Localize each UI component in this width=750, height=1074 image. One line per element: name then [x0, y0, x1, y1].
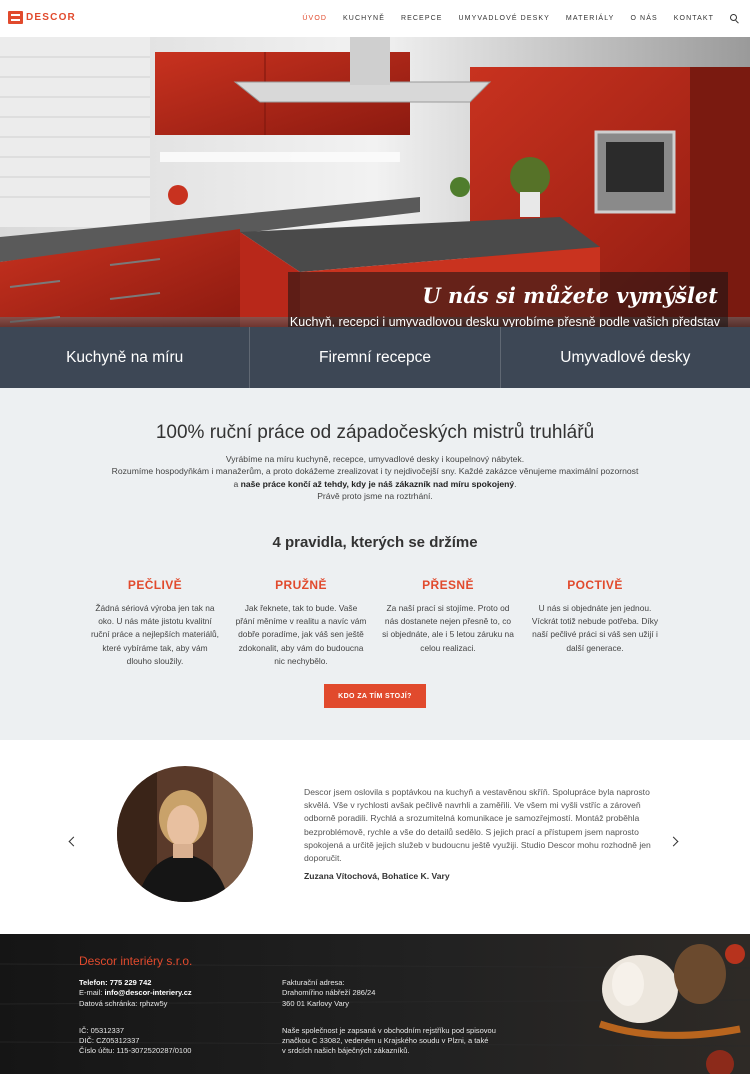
billing-city: 360 01 Karlovy Vary: [282, 998, 349, 1008]
billing-label: Fakturační adresa:: [282, 978, 345, 987]
register-line: v srdcích našich báječných zákazníků.: [282, 1046, 410, 1056]
nav-item-o-nas[interactable]: O nás: [630, 15, 657, 22]
rule-text: Žádná sériová výroba jen tak na oko. U n…: [90, 603, 220, 666]
footer-address-column: Fakturační adresa: Drahomířino nábřeží 2…: [282, 978, 496, 1057]
rule-title: PEČLIVĚ: [127, 578, 183, 592]
main-nav: Úvod Kuchyně Recepce Umyvadlové desky Ma…: [286, 0, 740, 37]
rule-peclive: PEČLIVĚ Žádná sériová výroba jen tak na …: [89, 578, 221, 668]
phone-link[interactable]: 775 229 742: [110, 978, 152, 987]
rule-text: U nás si objednáte jen jednou. Víckrát t…: [531, 603, 659, 653]
rules-heading: 4 pravidla, kterých se držíme: [272, 534, 478, 551]
testimonial-quote: Descor jsem oslovila s poptávkou na kuch…: [304, 787, 651, 864]
register-line: Naše společnost je zapsaná v obchodním r…: [282, 1025, 496, 1035]
rule-pruzne: PRUŽNĚ Jak řeknete, tak to bude. Vaše př…: [235, 578, 367, 668]
intro-emphasis: naše práce končí až tehdy, kdy je náš zá…: [240, 478, 515, 489]
logo-text: DESCOR: [26, 12, 76, 23]
billing-street: Drahomířino nábřeží 286/24: [282, 988, 376, 998]
chevron-right-icon[interactable]: [668, 836, 678, 846]
footer-contact-column: Telefon: 775 229 742 E-mail: info@descor…: [79, 978, 192, 1057]
rule-title: POCTIVĚ: [567, 578, 623, 592]
nav-item-uvod[interactable]: Úvod: [302, 15, 327, 22]
email-label: E-mail:: [79, 988, 103, 998]
nav-item-recepce[interactable]: Recepce: [401, 15, 443, 22]
chevron-left-icon[interactable]: [68, 836, 78, 846]
footer-dic: DIČ: CZ05312337: [79, 1036, 140, 1046]
phone-label: Telefon:: [79, 978, 108, 987]
hero-subtitle: Kuchyň, recepci i umyvadlovou desku vyro…: [289, 315, 720, 327]
nav-item-kontakt[interactable]: Kontakt: [674, 15, 714, 22]
nav-item-kuchyne[interactable]: Kuchyně: [343, 15, 385, 22]
hero-title: U nás si můžete vymýšlet: [422, 283, 718, 308]
testimonial-author: Zuzana Vítochová, Bohatice K. Vary: [304, 871, 450, 881]
rule-title: PŘESNĚ: [422, 578, 474, 592]
service-link-umyvadlove-desky[interactable]: Umyvadlové desky: [499, 327, 750, 388]
logo[interactable]: DESCOR: [8, 11, 76, 24]
service-link-kuchyne[interactable]: Kuchyně na míru: [0, 327, 249, 388]
service-link-recepce[interactable]: Firemní recepce: [249, 327, 499, 388]
rule-text: Za naší prací si stojíme. Proto od nás d…: [382, 603, 514, 653]
rule-presne: PŘESNĚ Za naší prací si stojíme. Proto o…: [382, 578, 514, 655]
footer-email: E-mail: info@descor-interiery.cz: [79, 988, 192, 998]
intro-line: Rozumíme hospodyňkám i manažerům, a prot…: [111, 466, 639, 477]
top-navigation-bar: DESCOR Úvod Kuchyně Recepce Umyvadlové d…: [0, 0, 750, 37]
intro-line: Vyrábíme na míru kuchyně, recepce, umyva…: [225, 454, 525, 464]
intro-text-fragment: a: [233, 478, 241, 489]
footer-ic: IČ: 05312337: [79, 1025, 125, 1035]
nav-item-umyvadlove-desky[interactable]: Umyvadlové desky: [459, 15, 550, 22]
rule-text: Jak řeknete, tak to bude. Vaše přání měn…: [235, 603, 367, 666]
intro-text: Vyrábíme na míru kuchyně, recepce, umyva…: [60, 453, 690, 502]
rule-poctive: POCTIVĚ U nás si objednáte jen jednou. V…: [529, 578, 661, 655]
footer-phone: Telefon: 775 229 742: [79, 978, 192, 988]
email-link[interactable]: info@descor-interiery.cz: [104, 988, 191, 997]
footer-company-name: Descor interiéry s.r.o.: [79, 954, 193, 968]
intro-section: 100% ruční práce od západočeských mistrů…: [0, 388, 750, 740]
testimonial-section: Descor jsem oslovila s poptávkou na kuch…: [0, 740, 750, 934]
intro-line: Právě proto jsme na roztrhání.: [317, 490, 433, 501]
intro-heading: 100% ruční práce od západočeských mistrů…: [155, 422, 595, 443]
intro-text-fragment: .: [514, 478, 517, 489]
intro-line: a naše práce končí až tehdy, kdy je náš …: [60, 478, 690, 490]
register-line: značkou C 33082, vedeném u Krajského sou…: [282, 1036, 489, 1046]
avatar: [117, 766, 253, 902]
footer: Descor interiéry s.r.o. Telefon: 775 229…: [0, 934, 750, 1074]
footer-account: Číslo účtu: 115-3072520287/0100: [79, 1046, 192, 1056]
search-icon[interactable]: [730, 13, 740, 24]
who-is-behind-button[interactable]: KDO ZA TÍM STOJÍ?: [324, 684, 426, 708]
nav-item-materialy[interactable]: Materiály: [566, 15, 615, 22]
rule-title: PRUŽNĚ: [275, 578, 327, 592]
logo-icon: [8, 11, 23, 24]
hero-banner: U nás si můžete vymýšlet Kuchyň, recepci…: [0, 37, 750, 327]
footer-databox: Datová schránka: rphzw5y: [79, 998, 168, 1008]
avatar-photo: [117, 766, 253, 902]
services-bar: Kuchyně na míru Firemní recepce Umyvadlo…: [0, 327, 750, 388]
